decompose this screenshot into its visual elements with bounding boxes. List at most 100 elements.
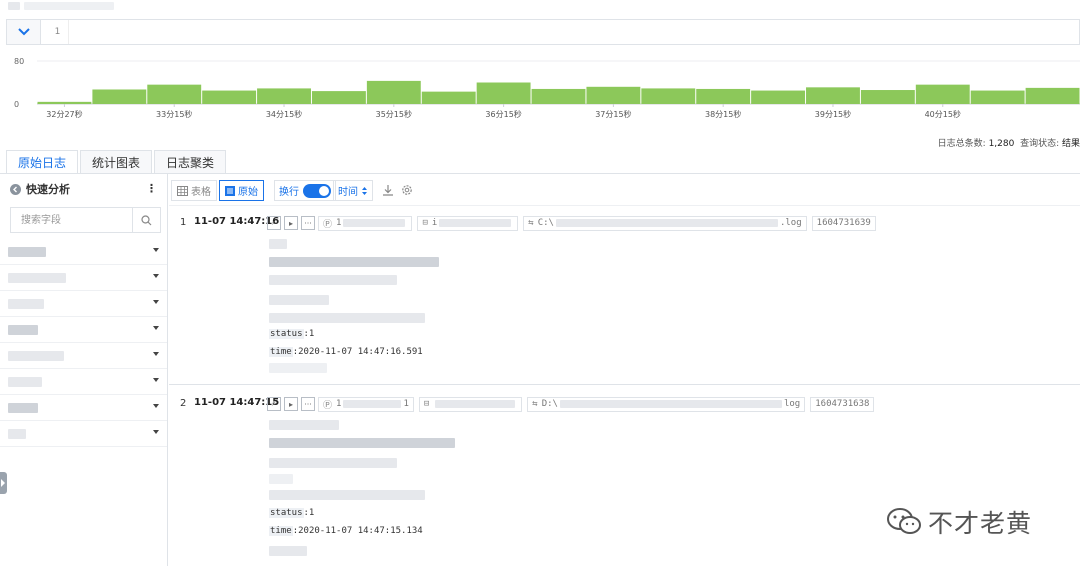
caret-down-icon[interactable]: [153, 274, 159, 278]
status-key[interactable]: status: [269, 329, 304, 339]
field-item[interactable]: [0, 291, 167, 317]
more-options-icon[interactable]: ⋮: [146, 182, 157, 195]
log-tag-row: ⌕ ▸ ··· Ⓟ 1 ⊟ i ⇆ C:\ .log 1604731639: [267, 215, 881, 231]
log-histogram-chart[interactable]: 32分27秒 33分15秒 34分15秒 35分15秒 36分15秒 37分15秒 38分1…: [0, 50, 1080, 122]
field-item[interactable]: [0, 317, 167, 343]
live-tail-icon[interactable]: ▸: [284, 397, 298, 411]
blurred-log-line: [269, 239, 287, 249]
file-path-chip[interactable]: ⇆ C:\ .log: [523, 215, 807, 231]
y-tick-label: 80: [14, 57, 24, 66]
histogram-bar[interactable]: [257, 88, 311, 104]
blurred-field-name: [8, 246, 46, 257]
file-path-chip[interactable]: ⇆ D:\ log: [527, 396, 806, 412]
source-ip-chip[interactable]: Ⓟ 1 1: [318, 396, 414, 412]
field-item[interactable]: [0, 369, 167, 395]
line-wrap-toggle[interactable]: 换行: [274, 180, 336, 201]
download-icon[interactable]: [382, 184, 394, 196]
caret-down-icon[interactable]: [153, 404, 159, 408]
histogram-bar[interactable]: [586, 86, 641, 104]
gear-icon[interactable]: [401, 184, 413, 196]
field-item[interactable]: [0, 343, 167, 369]
x-tick-label: 34分15秒: [266, 109, 302, 119]
x-tick-label: 36分15秒: [485, 109, 521, 119]
collapse-circle-icon[interactable]: [10, 183, 21, 195]
tab-charts[interactable]: 统计图表: [80, 150, 153, 173]
hostname-chip[interactable]: ⊟ i: [417, 215, 519, 231]
histogram-bar[interactable]: [641, 88, 696, 104]
field-item[interactable]: [0, 239, 167, 265]
timestamp-chip[interactable]: 1604731638: [810, 396, 875, 412]
histogram-bar[interactable]: [860, 90, 915, 104]
field-item[interactable]: [0, 395, 167, 421]
hostname-chip[interactable]: ⊟: [418, 396, 523, 412]
query-editor[interactable]: 1: [6, 19, 1080, 45]
caret-down-icon[interactable]: [153, 248, 159, 252]
x-tick-label: 38分15秒: [705, 109, 741, 119]
query-collapse-button[interactable]: [7, 20, 41, 44]
histogram-bar[interactable]: [37, 101, 92, 104]
time-key[interactable]: time: [269, 347, 293, 357]
source-ip-chip[interactable]: Ⓟ 1: [318, 215, 413, 231]
caret-down-icon[interactable]: [153, 300, 159, 304]
top-bar: [0, 0, 1080, 18]
field-item[interactable]: [0, 265, 167, 291]
timestamp-chip[interactable]: 1604731639: [811, 215, 876, 231]
histogram-bar[interactable]: [421, 91, 476, 104]
caret-down-icon[interactable]: [153, 378, 159, 382]
blurred-field-name: [8, 428, 26, 439]
line-wrap-switch[interactable]: [303, 183, 331, 198]
total-count-value: 1,280: [988, 139, 1015, 149]
tab-log-clustering[interactable]: 日志聚类: [154, 150, 227, 173]
histogram-bar[interactable]: [1025, 87, 1080, 104]
time-field: time:2020-11-07 14:47:15.134: [269, 526, 423, 536]
blurred-log-line: [269, 257, 439, 267]
sidebar-expand-handle[interactable]: [0, 472, 7, 494]
quick-analysis-sidebar: 快速分析 ⋮: [0, 174, 168, 566]
ip-icon: Ⓟ: [323, 219, 333, 230]
status-field: status:1: [269, 329, 314, 339]
path-prefix: D:\: [541, 399, 558, 409]
blurred-field-name: [8, 376, 42, 387]
blurred-log-line: [269, 458, 397, 468]
histogram-bar[interactable]: [202, 90, 257, 104]
histogram-bar[interactable]: [531, 88, 586, 104]
histogram-bar[interactable]: [696, 88, 751, 104]
field-search-input[interactable]: [11, 209, 131, 231]
live-tail-icon[interactable]: ▸: [284, 216, 298, 230]
histogram-bar[interactable]: [147, 84, 202, 104]
context-search-icon[interactable]: ⌕: [267, 397, 281, 411]
status-key[interactable]: status: [269, 508, 304, 518]
blurred-host: [439, 219, 512, 227]
histogram-bar[interactable]: [970, 90, 1025, 104]
more-icon[interactable]: ···: [301, 216, 315, 230]
histogram-bar[interactable]: [806, 87, 860, 104]
path-suffix: log: [783, 399, 801, 409]
view-tabs: 原始日志 统计图表 日志聚类: [6, 150, 228, 173]
tag-icon: ⇆: [532, 399, 538, 409]
raw-view-button[interactable]: 原始: [219, 180, 264, 201]
host-icon: ⊟: [422, 218, 428, 228]
caret-down-icon[interactable]: [153, 352, 159, 356]
time-value: :2020-11-07 14:47:15.134: [292, 526, 423, 536]
quick-analysis-header[interactable]: 快速分析 ⋮: [0, 174, 167, 204]
table-view-button[interactable]: 表格: [171, 180, 217, 201]
caret-down-icon[interactable]: [153, 326, 159, 330]
histogram-bar[interactable]: [311, 91, 366, 104]
field-item[interactable]: [0, 421, 167, 447]
x-tick-label: 35分15秒: [376, 109, 412, 119]
ip-icon: Ⓟ: [323, 400, 333, 411]
caret-down-icon[interactable]: [153, 430, 159, 434]
search-button[interactable]: [132, 208, 160, 232]
tab-raw-logs[interactable]: 原始日志: [6, 150, 79, 173]
histogram-bar[interactable]: [751, 90, 806, 104]
x-tick-label: 33分15秒: [156, 109, 192, 119]
blurred-field-name: [8, 350, 64, 361]
context-search-icon[interactable]: ⌕: [267, 216, 281, 230]
histogram-bar[interactable]: [92, 89, 147, 104]
histogram-bar[interactable]: [366, 80, 421, 104]
more-icon[interactable]: ···: [301, 397, 315, 411]
time-key[interactable]: time: [269, 526, 293, 536]
histogram-bar[interactable]: [915, 84, 970, 104]
histogram-bar[interactable]: [476, 82, 531, 105]
time-sort-dropdown[interactable]: 时间: [333, 180, 373, 201]
